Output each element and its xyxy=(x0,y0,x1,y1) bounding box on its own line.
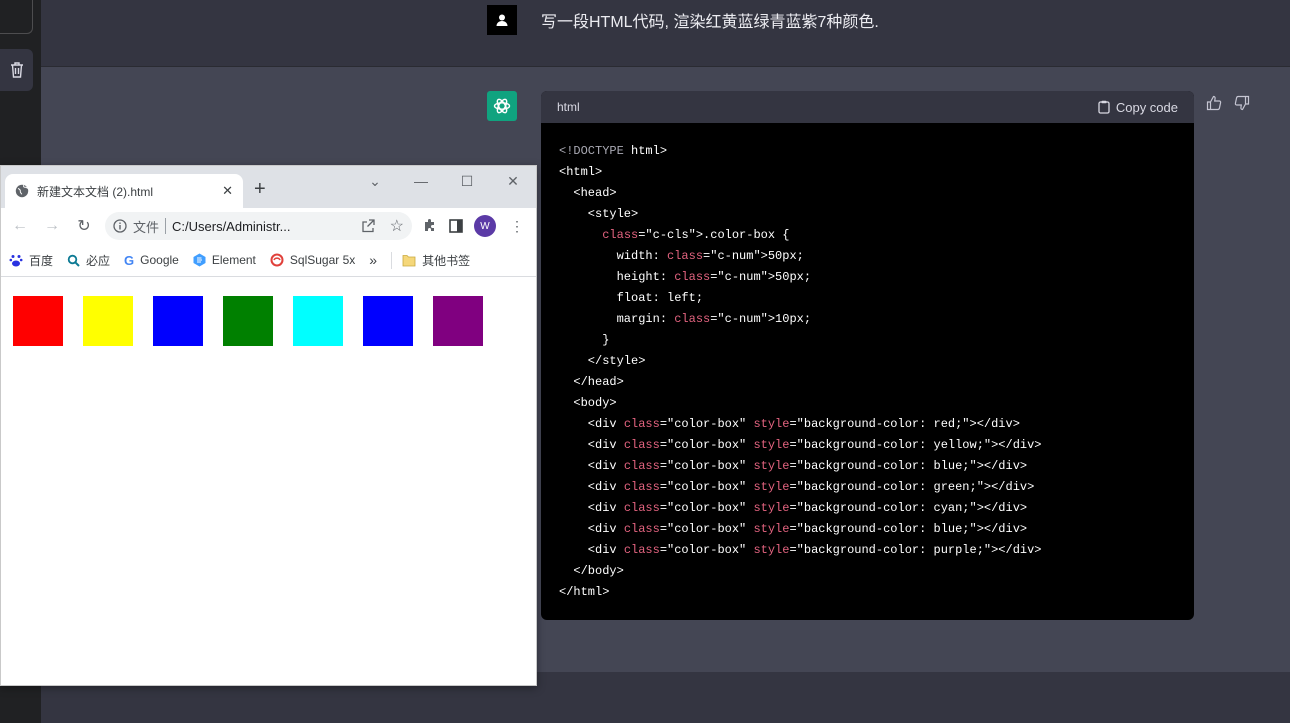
code-line: <html> xyxy=(559,165,603,179)
new-tab-button[interactable]: + xyxy=(254,178,266,201)
user-avatar xyxy=(487,5,517,35)
code-line: <div class="color-box" style="background… xyxy=(559,543,1042,557)
reload-icon[interactable]: ↻ xyxy=(73,215,95,237)
share-icon[interactable] xyxy=(361,219,376,233)
bookmark-label: 必应 xyxy=(86,253,111,268)
address-bar[interactable]: 文件 C:/Users/Administr... ☆ xyxy=(105,212,412,240)
bookmark-label: Google xyxy=(140,253,179,267)
bing-search-icon xyxy=(67,254,80,267)
color-box xyxy=(293,296,343,346)
bookmark-label: Element xyxy=(211,253,256,267)
sqlsugar-icon xyxy=(270,253,284,267)
bookmark-item[interactable]: SqlSugar 5x xyxy=(270,253,355,267)
code-block-header: html Copy code xyxy=(541,91,1194,123)
color-box xyxy=(13,296,63,346)
bookmark-item[interactable]: 百度 xyxy=(9,252,53,269)
close-window-button[interactable]: ✕ xyxy=(490,166,536,196)
code-line: <body> xyxy=(559,396,617,410)
code-block: html Copy code <!DOCTYPE html> <html> <he… xyxy=(541,91,1194,620)
code-line: </style> xyxy=(559,354,646,368)
chatgpt-avatar xyxy=(487,91,517,121)
more-menu-icon[interactable]: ⋮ xyxy=(506,215,528,237)
trash-icon xyxy=(10,62,23,78)
color-box xyxy=(433,296,483,346)
maximize-button[interactable]: ☐ xyxy=(444,166,490,196)
code-line: </head> xyxy=(559,375,624,389)
tab-title: 新建文本文档 (2).html xyxy=(37,184,154,199)
back-arrow-icon[interactable]: ← xyxy=(9,215,31,237)
user-message-text: 写一段HTML代码, 渲染红黄蓝绿青蓝紫7种颜色. xyxy=(541,14,879,31)
globe-icon xyxy=(15,184,29,198)
clipboard-icon xyxy=(1098,100,1110,114)
side-panel-icon[interactable] xyxy=(448,218,464,234)
google-icon: G xyxy=(124,252,135,268)
copy-code-label: Copy code xyxy=(1115,99,1178,115)
omnibox-separator xyxy=(165,218,167,234)
bookmark-item[interactable]: 必应 xyxy=(67,252,110,269)
feedback-buttons xyxy=(1206,95,1250,111)
user-message-row: 写一段HTML代码, 渲染红黄蓝绿青蓝紫7种颜色. xyxy=(41,0,1290,67)
extensions-icon[interactable] xyxy=(422,218,438,234)
code-line: <div class="color-box" style="background… xyxy=(559,438,1042,452)
url-text: C:/Users/Administr... xyxy=(172,218,291,234)
profile-avatar[interactable]: W xyxy=(474,215,496,237)
bookmark-item[interactable]: Element xyxy=(193,253,256,267)
browser-toolbar: ← → ↻ 文件 C:/Users/Administr... ☆ W ⋮ xyxy=(1,208,536,244)
color-box xyxy=(363,296,413,346)
code-line: <div class="color-box" style="background… xyxy=(559,480,1035,494)
clear-conversations-button[interactable] xyxy=(0,49,33,91)
tab-search-icon[interactable]: ⌄ xyxy=(352,166,398,196)
code-line: width: class="c-num">50px; xyxy=(559,249,804,263)
color-box xyxy=(83,296,133,346)
code-line: float: left; xyxy=(559,291,704,305)
folder-icon xyxy=(402,254,416,266)
window-controls: ⌄ — ☐ ✕ xyxy=(352,166,536,196)
tab-strip: 新建文本文档 (2).html ✕ + ⌄ — ☐ ✕ xyxy=(1,166,536,208)
rendered-page xyxy=(1,277,536,685)
bookmark-item[interactable]: G Google xyxy=(124,253,179,268)
bookmark-star-icon[interactable]: ☆ xyxy=(390,216,404,236)
code-line: </body> xyxy=(559,564,624,578)
code-line: height: class="c-num">50px; xyxy=(559,270,812,284)
code-content[interactable]: <!DOCTYPE html> <html> <head> <style> cla… xyxy=(541,123,1194,620)
code-line: <div class="color-box" style="background… xyxy=(559,459,1028,473)
code-line: } xyxy=(559,333,610,347)
close-tab-icon[interactable]: ✕ xyxy=(222,183,233,199)
sidebar-top-button[interactable] xyxy=(0,0,33,34)
bookmarks-overflow-button[interactable]: » xyxy=(369,252,377,268)
code-language-label: html xyxy=(557,100,580,114)
code-line: </html> xyxy=(559,585,610,599)
thumbs-down-icon[interactable] xyxy=(1234,95,1250,111)
code-line: <div class="color-box" style="background… xyxy=(559,501,1028,515)
code-line: <div class="color-box" style="background… xyxy=(559,417,1020,431)
bookmarks-bar: 百度 必应 G Google Element SqlSugar 5x » 其他书… xyxy=(1,244,536,277)
other-bookmarks-folder[interactable]: 其他书签 xyxy=(391,251,471,269)
thumbs-up-icon[interactable] xyxy=(1206,95,1222,111)
user-icon xyxy=(496,14,508,26)
info-icon xyxy=(113,219,127,233)
browser-window: 新建文本文档 (2).html ✕ + ⌄ — ☐ ✕ ← → ↻ 文件 C:/… xyxy=(0,165,537,686)
code-line: <style> xyxy=(559,207,639,221)
forward-arrow-icon[interactable]: → xyxy=(41,215,63,237)
color-box xyxy=(223,296,273,346)
code-line: margin: class="c-num">10px; xyxy=(559,312,812,326)
code-line: <div class="color-box" style="background… xyxy=(559,522,1028,536)
element-icon xyxy=(193,253,206,267)
baidu-icon xyxy=(9,255,23,267)
copy-code-button[interactable]: Copy code xyxy=(1098,100,1178,115)
file-scheme-label: 文件 xyxy=(133,219,160,235)
other-bookmarks-label: 其他书签 xyxy=(422,253,471,268)
bookmark-label: SqlSugar 5x xyxy=(289,253,356,267)
color-box xyxy=(153,296,203,346)
openai-logo-icon xyxy=(493,98,511,114)
code-line: <head> xyxy=(559,186,617,200)
minimize-button[interactable]: — xyxy=(398,166,444,196)
code-line: <!DOCTYPE html> xyxy=(559,144,668,158)
bookmark-label: 百度 xyxy=(29,253,54,268)
browser-tab[interactable]: 新建文本文档 (2).html ✕ xyxy=(5,174,243,208)
code-line: class="c-cls">.color-box { xyxy=(602,228,790,242)
